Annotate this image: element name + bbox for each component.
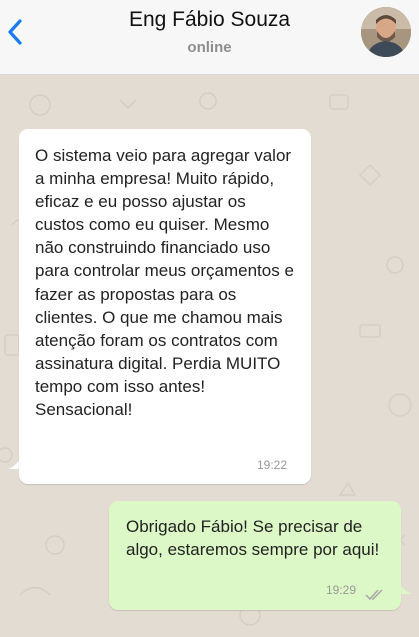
- back-button[interactable]: [0, 12, 30, 52]
- message-text: Obrigado Fábio! Se precisar de algo, est…: [126, 517, 380, 560]
- chat-area[interactable]: O sistema veio para agregar valor a minh…: [0, 75, 419, 637]
- chevron-left-icon: [8, 19, 22, 45]
- message-text: O sistema veio para agregar valor a minh…: [35, 146, 294, 420]
- incoming-message[interactable]: O sistema veio para agregar valor a minh…: [19, 129, 311, 484]
- outgoing-message[interactable]: Obrigado Fábio! Se precisar de algo, est…: [109, 501, 401, 610]
- contact-status: online: [187, 39, 232, 56]
- double-check-icon: [365, 589, 383, 601]
- message-time: 19:22: [256, 457, 287, 472]
- chat-header: Eng Fábio Souza online: [0, 0, 419, 75]
- avatar[interactable]: [361, 7, 411, 57]
- message-time: 19:29: [325, 582, 356, 597]
- contact-name[interactable]: Eng Fábio Souza: [60, 8, 359, 32]
